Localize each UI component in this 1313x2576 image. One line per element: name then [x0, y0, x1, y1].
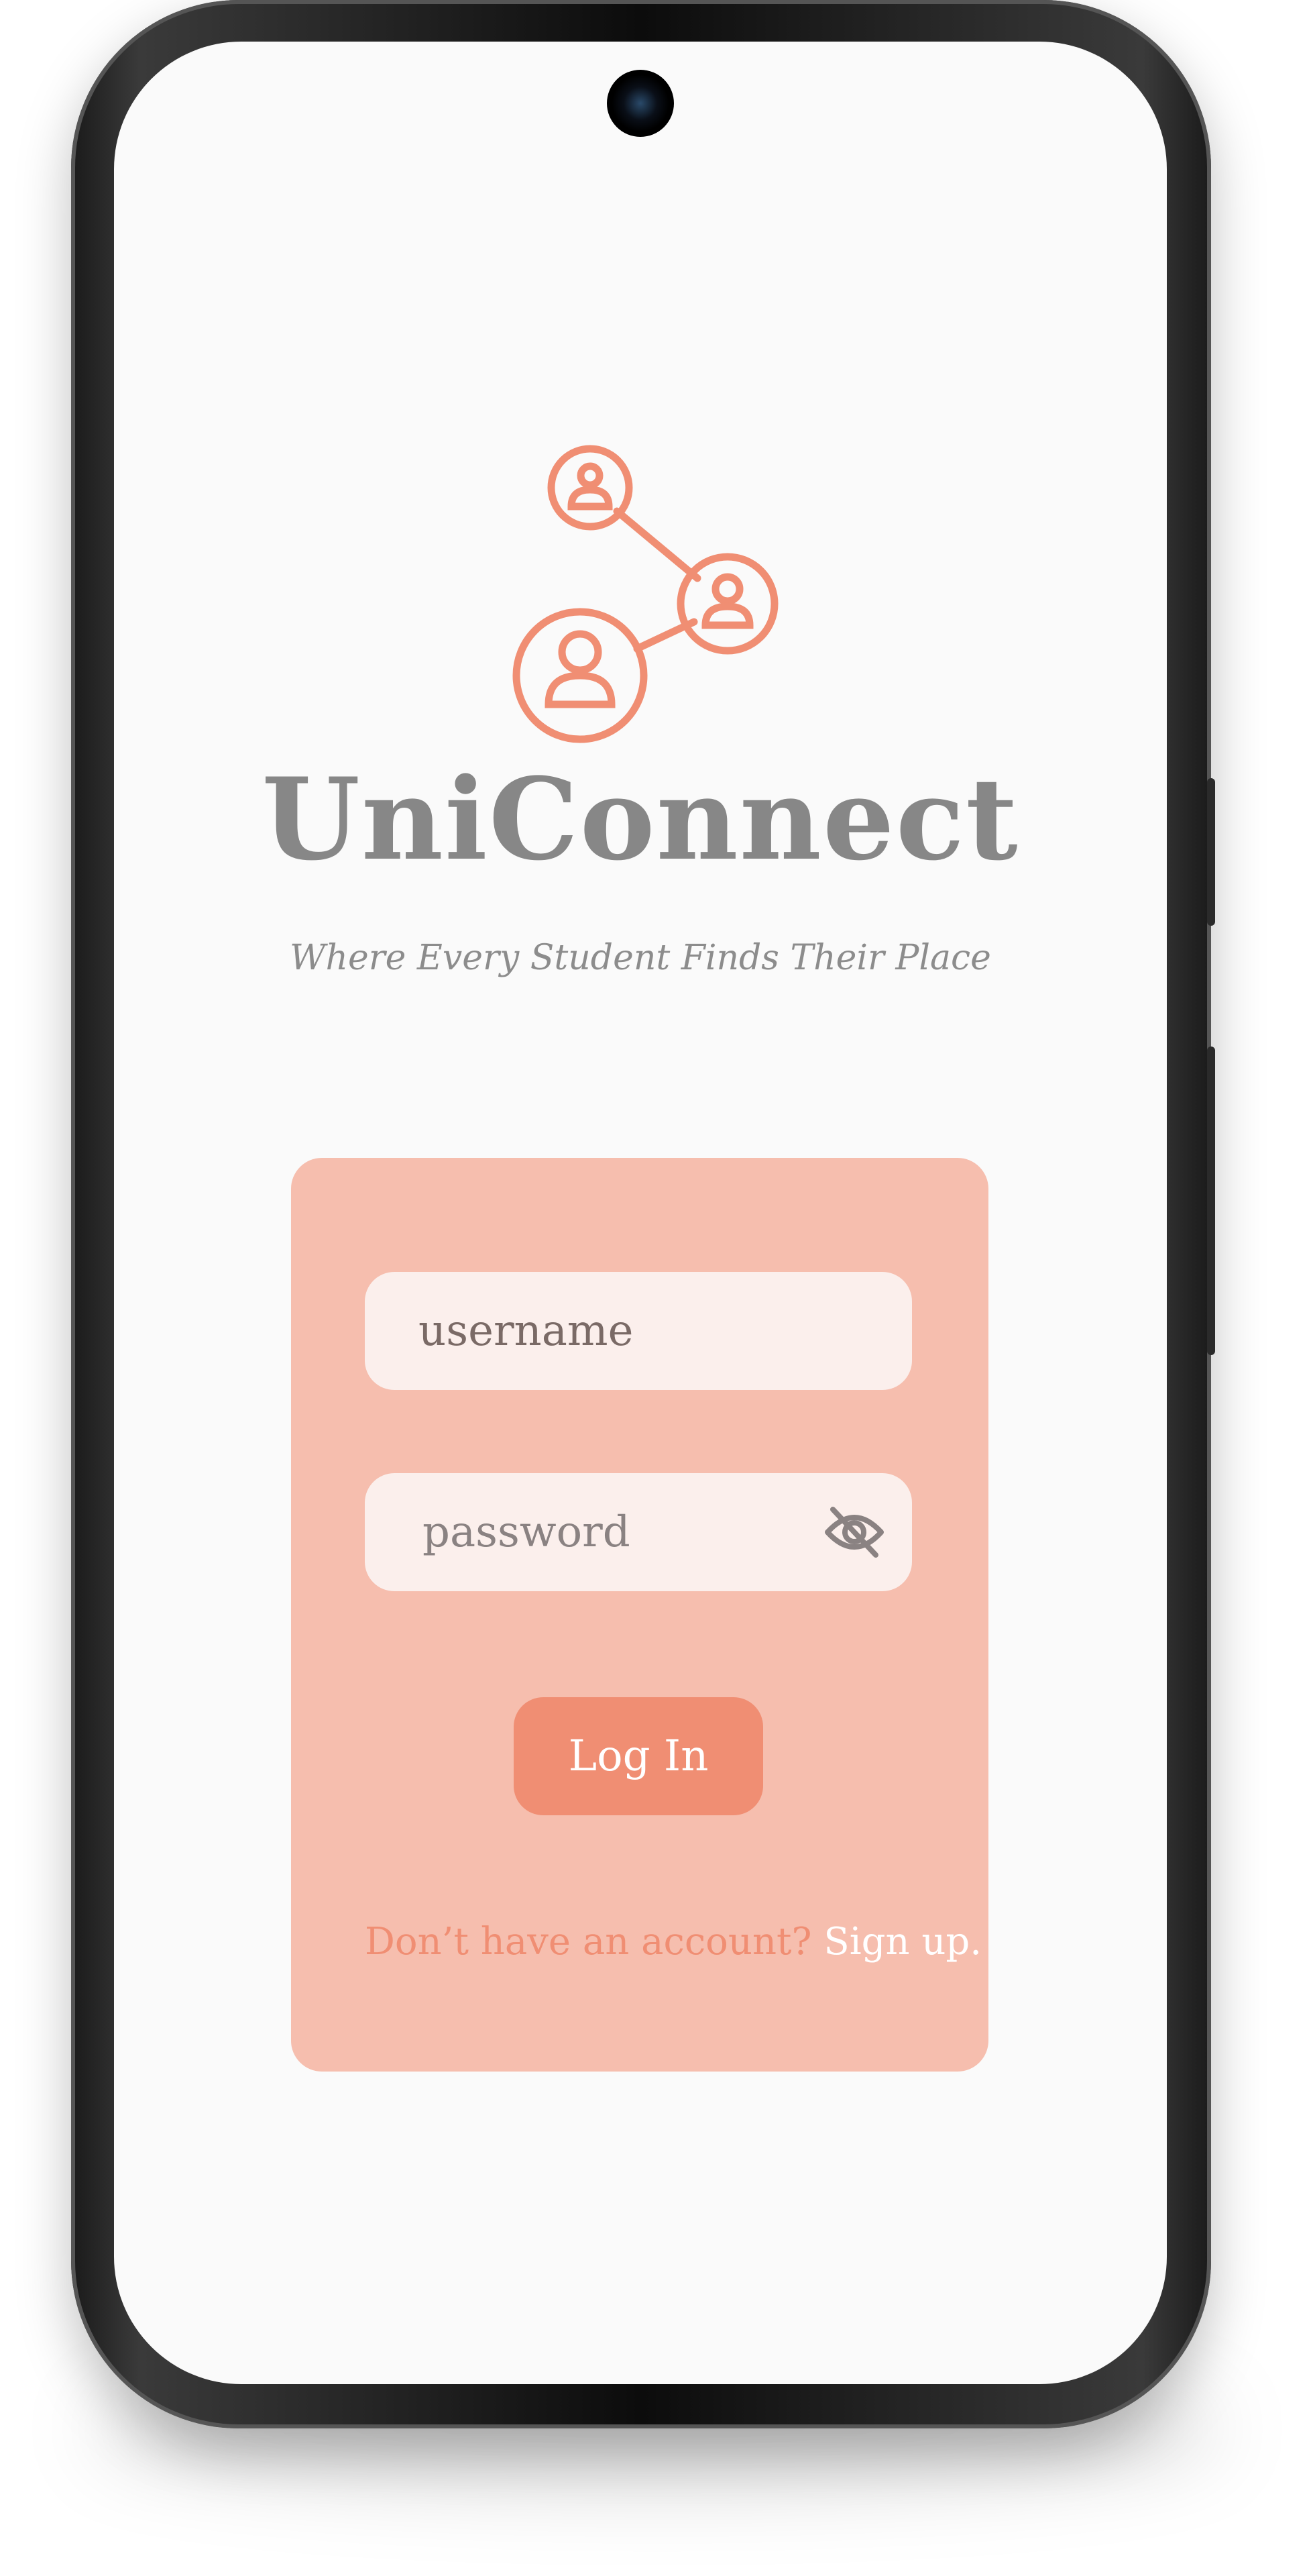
app-tagline: Where Every Student Finds Their Place — [290, 938, 991, 978]
login-card: username password Log In Don’t have an a… — [291, 1158, 988, 2072]
login-button[interactable]: Log In — [514, 1697, 763, 1815]
front-camera — [607, 70, 674, 137]
people-network-icon — [512, 445, 779, 743]
password-placeholder: password — [422, 1507, 630, 1557]
username-placeholder: username — [418, 1306, 634, 1356]
signup-link[interactable]: Sign up. — [823, 1920, 982, 1964]
eye-off-icon[interactable] — [823, 1504, 885, 1560]
password-field[interactable]: password — [365, 1473, 912, 1591]
device-mockup: UniConnect Where Every Student Finds The… — [0, 0, 1313, 2576]
username-field[interactable]: username — [365, 1272, 912, 1390]
signup-prompt: Don’t have an account? — [365, 1920, 824, 1964]
volume-button — [1207, 1046, 1215, 1355]
power-button — [1207, 778, 1215, 926]
app-title: UniConnect — [262, 753, 1019, 885]
login-screen: UniConnect Where Every Student Finds The… — [114, 42, 1167, 2384]
signup-row: Don’t have an account? Sign up. — [365, 1920, 982, 1964]
